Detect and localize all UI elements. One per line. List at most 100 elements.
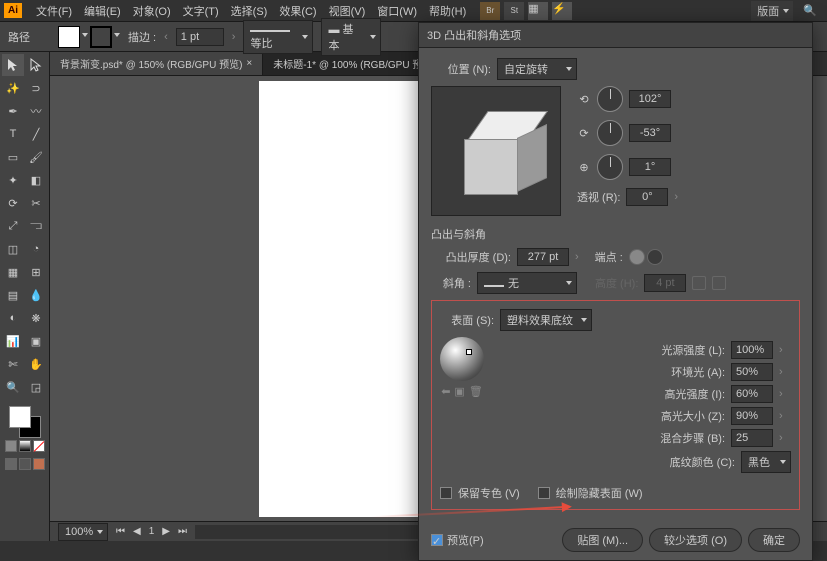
draw-behind-btn[interactable] bbox=[19, 458, 31, 470]
stroke-decrease-icon[interactable]: ‹ bbox=[164, 31, 168, 43]
blend-steps-input[interactable] bbox=[731, 429, 773, 447]
magic-wand-tool[interactable]: ✨ bbox=[2, 77, 24, 99]
arrow-icon[interactable]: › bbox=[779, 344, 791, 356]
menu-window[interactable]: 窗口(W) bbox=[371, 3, 423, 19]
fill-swatch[interactable] bbox=[58, 26, 80, 48]
artboard-tool[interactable]: ▣ bbox=[25, 330, 47, 352]
free-transform-tool[interactable]: ◫ bbox=[2, 238, 24, 260]
ambient-input[interactable] bbox=[731, 363, 773, 381]
rotation-preview[interactable] bbox=[431, 86, 561, 216]
tab-background-psd[interactable]: 背景渐变.psd* @ 150% (RGB/GPU 预览)× bbox=[50, 52, 263, 75]
draw-inside-btn[interactable] bbox=[33, 458, 45, 470]
stroke-weight-input[interactable] bbox=[176, 28, 224, 46]
highlight-size-input[interactable] bbox=[731, 407, 773, 425]
light-intensity-input[interactable] bbox=[731, 341, 773, 359]
stock-icon[interactable]: St bbox=[504, 2, 524, 20]
bevel-dropdown[interactable]: 无 bbox=[477, 272, 577, 294]
mesh-tool[interactable]: ⊞ bbox=[25, 261, 47, 283]
eraser-tool[interactable]: ◧ bbox=[25, 169, 47, 191]
brush-dropdown[interactable]: ▬ 基本 bbox=[321, 18, 381, 56]
stroke-swatch[interactable] bbox=[90, 26, 112, 48]
rotate-tool[interactable]: ⟳ bbox=[2, 192, 24, 214]
rotate-z-input[interactable] bbox=[629, 158, 671, 176]
column-graph-tool[interactable]: 📊 bbox=[2, 330, 24, 352]
gradient-tool[interactable]: ▤ bbox=[2, 284, 24, 306]
arrow-icon[interactable]: › bbox=[779, 366, 791, 378]
highlight-intensity-input[interactable] bbox=[731, 385, 773, 403]
pen-tool[interactable]: ✒ bbox=[2, 100, 24, 122]
map-art-button[interactable]: 贴图 (M)... bbox=[562, 528, 643, 552]
color-mode-btn[interactable] bbox=[5, 440, 17, 452]
print-tiling-tool[interactable]: ◲ bbox=[25, 376, 47, 398]
direct-selection-tool[interactable] bbox=[25, 54, 47, 76]
preview-checkbox[interactable]: ✓ bbox=[431, 534, 443, 546]
draw-hidden-checkbox[interactable] bbox=[538, 487, 550, 499]
curvature-tool[interactable]: 〰 bbox=[25, 100, 47, 122]
menu-edit[interactable]: 编辑(E) bbox=[78, 3, 127, 19]
menu-effect[interactable]: 效果(C) bbox=[273, 3, 322, 19]
perspective-input[interactable] bbox=[626, 188, 668, 206]
menu-select[interactable]: 选择(S) bbox=[225, 3, 274, 19]
draw-normal-btn[interactable] bbox=[5, 458, 17, 470]
type-tool[interactable]: T bbox=[2, 123, 24, 145]
none-mode-btn[interactable] bbox=[33, 440, 45, 452]
scissors-tool[interactable]: ✂ bbox=[25, 192, 47, 214]
perspective-arrow-icon[interactable]: › bbox=[674, 191, 678, 203]
fewer-options-button[interactable]: 较少选项 (O) bbox=[649, 528, 742, 552]
cap-on-btn[interactable] bbox=[629, 249, 645, 265]
shape-builder-tool[interactable]: ◔ bbox=[25, 238, 47, 260]
light-point[interactable] bbox=[466, 349, 472, 355]
new-light-icon[interactable]: ▣ bbox=[454, 385, 464, 398]
eyedropper-tool[interactable]: 💧 bbox=[25, 284, 47, 306]
close-icon[interactable]: × bbox=[246, 58, 252, 69]
arrow-icon[interactable]: › bbox=[779, 410, 791, 422]
arrow-icon[interactable]: › bbox=[779, 432, 791, 444]
preserve-spot-checkbox[interactable] bbox=[440, 487, 452, 499]
menu-help[interactable]: 帮助(H) bbox=[423, 3, 472, 19]
fill-stroke-toggle[interactable] bbox=[9, 406, 41, 438]
zoom-dropdown[interactable]: 100% bbox=[58, 523, 108, 541]
menu-type[interactable]: 文字(T) bbox=[177, 3, 225, 19]
surface-dropdown[interactable]: 塑料效果底纹 bbox=[500, 309, 592, 331]
profile-dropdown[interactable]: 等比 bbox=[243, 20, 313, 54]
rotate-x-dial[interactable] bbox=[597, 86, 623, 112]
arrange-icon[interactable]: ▦ bbox=[528, 2, 548, 20]
rotate-x-input[interactable] bbox=[629, 90, 671, 108]
nav-next-icon[interactable]: ▶ bbox=[162, 526, 170, 537]
nav-prev-icon[interactable]: ◀ bbox=[133, 526, 141, 537]
blend-tool[interactable]: ◐ bbox=[2, 307, 24, 329]
brush-tool[interactable]: 🖌 bbox=[25, 146, 47, 168]
depth-input[interactable] bbox=[517, 248, 569, 266]
rectangle-tool[interactable]: ▭ bbox=[2, 146, 24, 168]
line-tool[interactable]: ╱ bbox=[25, 123, 47, 145]
rotate-y-dial[interactable] bbox=[597, 120, 623, 146]
menu-view[interactable]: 视图(V) bbox=[323, 3, 372, 19]
width-tool[interactable]: ⫎ bbox=[25, 215, 47, 237]
shading-color-dropdown[interactable]: 黑色 bbox=[741, 451, 791, 473]
workspace-dropdown[interactable]: 版面 bbox=[751, 1, 793, 21]
arrow-icon[interactable]: › bbox=[779, 388, 791, 400]
hand-tool[interactable]: ✋ bbox=[25, 353, 47, 375]
depth-arrow-icon[interactable]: › bbox=[575, 251, 579, 263]
slice-tool[interactable]: ✄ bbox=[2, 353, 24, 375]
menu-object[interactable]: 对象(O) bbox=[127, 3, 177, 19]
light-sphere[interactable] bbox=[440, 337, 484, 381]
delete-light-icon[interactable]: 🗑 bbox=[469, 385, 483, 398]
perspective-tool[interactable]: ▦ bbox=[2, 261, 24, 283]
rotate-y-input[interactable] bbox=[629, 124, 671, 142]
menu-file[interactable]: 文件(F) bbox=[30, 3, 78, 19]
symbol-sprayer-tool[interactable]: ❋ bbox=[25, 307, 47, 329]
shaper-tool[interactable]: ✦ bbox=[2, 169, 24, 191]
cap-off-btn[interactable] bbox=[647, 249, 663, 265]
gradient-mode-btn[interactable] bbox=[19, 440, 31, 452]
nav-last-icon[interactable]: ⏭ bbox=[178, 526, 187, 537]
light-back-icon[interactable]: ⬅ bbox=[441, 385, 450, 398]
ok-button[interactable]: 确定 bbox=[748, 528, 800, 552]
stroke-increase-icon[interactable]: › bbox=[232, 31, 236, 43]
scale-tool[interactable]: ⤢ bbox=[2, 215, 24, 237]
lasso-tool[interactable]: ⊃ bbox=[25, 77, 47, 99]
selection-tool[interactable] bbox=[2, 54, 24, 76]
position-dropdown[interactable]: 自定旋转 bbox=[497, 58, 577, 80]
search-icon[interactable]: 🔍 bbox=[797, 4, 823, 17]
gpu-icon[interactable]: ⚡ bbox=[552, 2, 572, 20]
